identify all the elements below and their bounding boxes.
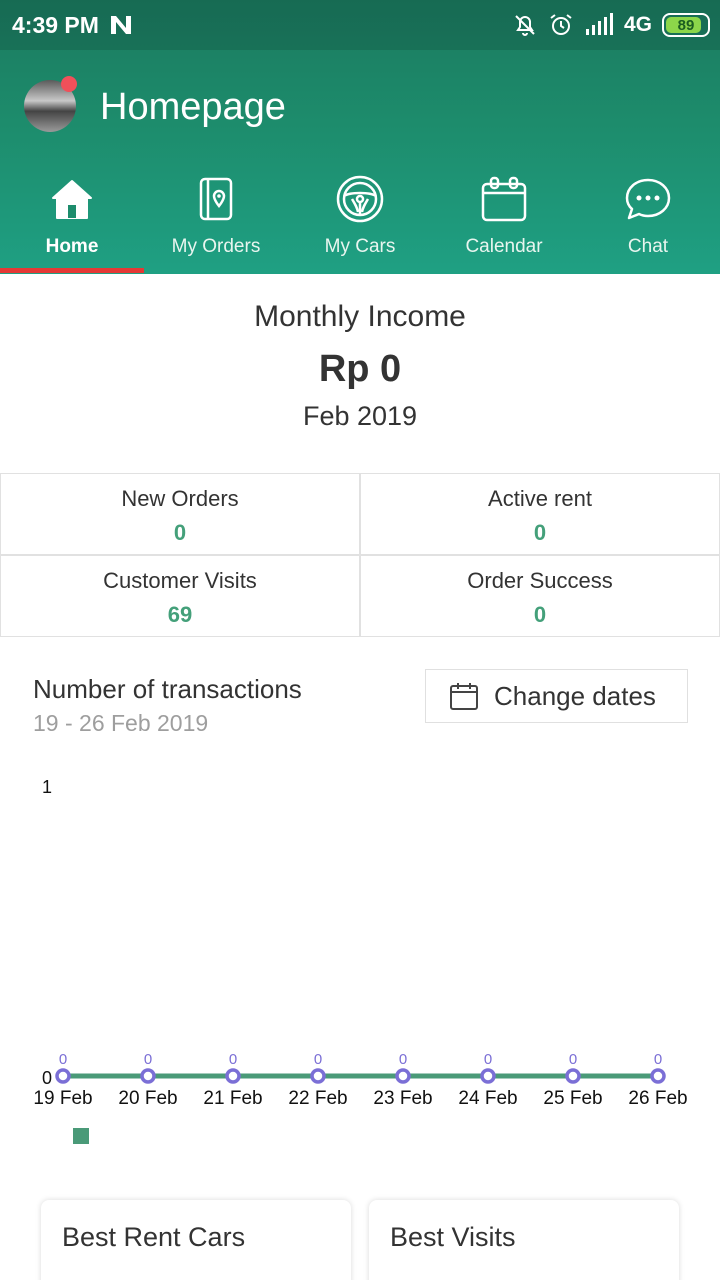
- stat-active-rent[interactable]: Active rent 0: [360, 473, 720, 555]
- x-tick-label: 24 Feb: [458, 1088, 517, 1109]
- stat-value: 0: [533, 520, 547, 545]
- steering-wheel-icon: [336, 175, 384, 223]
- data-point: [480, 1068, 496, 1084]
- income-value: Rp 0: [318, 348, 402, 390]
- stat-label: Order Success: [467, 568, 613, 593]
- bell-off-icon: [515, 15, 535, 36]
- data-label: 0: [229, 1051, 237, 1068]
- stats-grid: New Orders 0 Active rent 0 Customer Visi…: [0, 473, 720, 637]
- chat-icon: [625, 178, 671, 220]
- stat-customer-visits[interactable]: Customer Visits 69: [0, 555, 360, 637]
- data-point: [140, 1068, 156, 1084]
- data-point: [565, 1068, 581, 1084]
- x-tick-label: 25 Feb: [543, 1088, 602, 1109]
- tab-chat[interactable]: Chat: [576, 168, 720, 274]
- x-tick-label: 22 Feb: [288, 1088, 347, 1109]
- tab-label: Chat: [627, 236, 669, 257]
- x-tick-label: 19 Feb: [33, 1088, 92, 1109]
- battery-icon: 89: [662, 13, 710, 37]
- tab-my-cars[interactable]: My Cars: [288, 168, 432, 274]
- tab-label: My Cars: [324, 236, 396, 257]
- stat-order-success[interactable]: Order Success 0: [360, 555, 720, 637]
- x-tick-label: 23 Feb: [373, 1088, 432, 1109]
- stat-new-orders[interactable]: New Orders 0: [0, 473, 360, 555]
- active-tab-indicator: [0, 268, 144, 273]
- best-rent-cars-card[interactable]: Best Rent Cars: [41, 1200, 351, 1280]
- y-tick-label: 0: [42, 1068, 52, 1088]
- data-label: 0: [59, 1051, 67, 1068]
- orders-map-icon: [199, 177, 233, 221]
- data-label: 0: [654, 1051, 662, 1068]
- tab-home[interactable]: Home: [0, 168, 144, 274]
- data-label: 0: [484, 1051, 492, 1068]
- stat-value: 69: [167, 602, 193, 627]
- data-label: 0: [569, 1051, 577, 1068]
- tab-calendar[interactable]: Calendar: [432, 168, 576, 274]
- data-label: 0: [399, 1051, 407, 1068]
- tab-my-orders[interactable]: My Orders: [144, 168, 288, 274]
- data-point: [310, 1068, 326, 1084]
- change-dates-button[interactable]: Change dates: [425, 669, 688, 723]
- income-title: Monthly Income: [254, 300, 466, 333]
- stat-label: New Orders: [121, 486, 239, 511]
- card-title: Best Visits: [390, 1222, 516, 1252]
- notification-badge: [61, 76, 77, 92]
- tab-bar: Home My Orders My Cars Calendar Chat: [0, 168, 720, 274]
- data-label: 0: [144, 1051, 152, 1068]
- network-type: 4G: [623, 13, 652, 36]
- transactions-title: Number of transactions: [33, 674, 302, 704]
- stat-value: 0: [173, 520, 187, 545]
- page-title: Homepage: [100, 86, 286, 128]
- x-tick-label: 26 Feb: [628, 1088, 687, 1109]
- data-point: [650, 1068, 666, 1084]
- card-title: Best Rent Cars: [62, 1222, 246, 1252]
- best-visits-card[interactable]: Best Visits: [369, 1200, 679, 1280]
- tab-label: My Orders: [171, 236, 261, 257]
- stat-value: 0: [533, 602, 547, 627]
- battery-level: 89: [677, 16, 695, 34]
- legend-swatch: [73, 1128, 89, 1144]
- status-bar: 4:39 PM 4G 89: [0, 0, 720, 50]
- notification-n-icon: [111, 16, 131, 34]
- alarm-icon: [550, 14, 572, 35]
- data-point: [225, 1068, 241, 1084]
- calendar-icon: [481, 176, 527, 222]
- data-point: [395, 1068, 411, 1084]
- y-tick-label: 1: [42, 777, 52, 797]
- calendar-icon: [450, 683, 478, 710]
- signal-icon: [585, 13, 613, 35]
- monthly-income: Monthly Income Rp 0 Feb 2019: [0, 300, 720, 432]
- status-time: 4:39 PM: [12, 12, 99, 38]
- app-header: 4:39 PM 4G 89 Homepage Home My Orders My…: [0, 0, 720, 274]
- x-tick-label: 21 Feb: [203, 1088, 262, 1109]
- tab-label: Calendar: [465, 236, 543, 257]
- x-tick-label: 20 Feb: [118, 1088, 177, 1109]
- transactions-chart: 10019 Feb020 Feb021 Feb022 Feb023 Feb024…: [33, 777, 688, 1144]
- home-icon: [52, 180, 92, 219]
- data-point: [55, 1068, 71, 1084]
- income-month: Feb 2019: [302, 401, 418, 431]
- stat-label: Active rent: [488, 486, 592, 511]
- stat-label: Customer Visits: [103, 568, 257, 593]
- change-dates-label: Change dates: [494, 680, 656, 711]
- transactions-date-range: 19 - 26 Feb 2019: [33, 710, 209, 736]
- data-label: 0: [314, 1051, 322, 1068]
- tab-label: Home: [45, 236, 99, 257]
